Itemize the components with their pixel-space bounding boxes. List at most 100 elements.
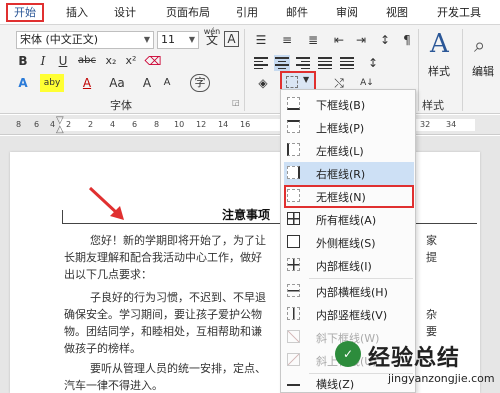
- tab-review[interactable]: 审阅: [328, 3, 366, 22]
- multilevel-list-icon[interactable]: ≣: [304, 31, 322, 49]
- left-border-icon: [287, 143, 300, 156]
- document-fragment: 家: [426, 234, 437, 247]
- show-marks-icon[interactable]: ¶: [398, 31, 416, 49]
- document-title: 注意事项: [222, 208, 271, 222]
- find-icon: ⌕: [474, 33, 486, 57]
- distribute-icon[interactable]: [340, 55, 356, 71]
- document-line: 您好！新的学期即将开始了，为了让: [90, 234, 266, 247]
- font-name-value: 宋体 (中文正文): [20, 33, 99, 46]
- menu-item-label: 右框线(R): [316, 168, 366, 181]
- shrink-font-icon[interactable]: A: [158, 74, 176, 92]
- menu-item-label: 外侧框线(S): [316, 237, 376, 250]
- align-left-icon[interactable]: [254, 55, 270, 71]
- group-separator: [462, 29, 463, 111]
- tab-home[interactable]: 开始: [6, 3, 44, 22]
- tab-view[interactable]: 视图: [378, 3, 416, 22]
- text-effects-icon[interactable]: A: [14, 74, 32, 92]
- enclose-character-icon[interactable]: 字: [190, 74, 210, 92]
- top-border-icon: [287, 120, 300, 133]
- document-line: 确保安全。学习期间，要让孩子爱护公物: [64, 308, 262, 321]
- menu-item-label: 下框线(B): [316, 99, 366, 112]
- ruler-number: 4: [50, 120, 56, 129]
- change-case-button[interactable]: Aa: [106, 74, 128, 92]
- ruler-number: 34: [446, 120, 457, 129]
- watermark-logo-icon: ✓: [335, 341, 361, 367]
- increase-indent-icon[interactable]: ⇥: [352, 31, 370, 49]
- styles-button[interactable]: A 样式: [424, 29, 460, 89]
- tab-insert[interactable]: 插入: [58, 3, 96, 22]
- menu-item-all-borders[interactable]: 所有框线(A): [284, 208, 414, 231]
- menu-item-left-border[interactable]: 左框线(L): [284, 139, 414, 162]
- bold-button[interactable]: B: [14, 52, 32, 70]
- font-dialog-launcher-icon[interactable]: ◲: [232, 98, 240, 107]
- underline-button[interactable]: U: [54, 52, 72, 70]
- menu-item-outside-borders[interactable]: 外侧框线(S): [284, 231, 414, 254]
- font-name-select[interactable]: 宋体 (中文正文) ▼: [16, 31, 154, 49]
- menu-item-top-border[interactable]: 上框线(P): [284, 116, 414, 139]
- menu-item-bottom-border[interactable]: 下框线(B): [284, 93, 414, 116]
- subscript-button[interactable]: x₂: [102, 52, 120, 70]
- document-fragment: 提: [426, 251, 437, 264]
- editing-button[interactable]: ⌕ 编辑: [468, 29, 500, 89]
- editing-label: 编辑: [472, 65, 494, 78]
- superscript-button[interactable]: x²: [122, 52, 140, 70]
- menu-item-no-border[interactable]: 无框线(N): [284, 185, 414, 208]
- strikethrough-button[interactable]: abc: [74, 52, 100, 70]
- shading-icon[interactable]: ◈: [254, 74, 272, 92]
- align-center-icon[interactable]: [274, 55, 290, 71]
- italic-button[interactable]: I: [34, 52, 52, 70]
- sort-icon[interactable]: ↕: [376, 31, 394, 49]
- document-line: 子良好的行为习惯，不迟到、不早退: [90, 291, 266, 304]
- ruler-number: 32: [420, 120, 431, 129]
- ribbon-tabs: 开始 插入 设计 页面布局 引用 邮件 审阅 视图 开发工具: [0, 0, 500, 24]
- grow-font-icon[interactable]: A: [138, 74, 156, 92]
- menu-item-right-border[interactable]: 右框线(R): [284, 162, 414, 185]
- align-right-icon[interactable]: [296, 55, 312, 71]
- clear-format-icon[interactable]: ⌫: [144, 52, 162, 70]
- horizontal-ruler[interactable]: 8 6 4 2 2 4 6 8 10 12 14 16 32 34 ▽ △: [0, 115, 500, 135]
- watermark-url: jingyanzongjie.com: [388, 372, 495, 385]
- line-spacing-icon[interactable]: ↕: [364, 54, 382, 72]
- outside-borders-icon: [287, 235, 300, 248]
- font-size-select[interactable]: 11 ▼: [157, 31, 199, 49]
- menu-item-label: 左框线(L): [316, 145, 364, 158]
- bullets-icon[interactable]: ☰: [252, 31, 270, 49]
- inside-vertical-border-icon: [287, 307, 300, 320]
- tab-design[interactable]: 设计: [106, 3, 144, 22]
- menu-separator: [309, 278, 413, 279]
- diagonal-up-border-icon: [287, 353, 300, 366]
- font-color-button[interactable]: A: [78, 74, 96, 92]
- menu-item-label: 所有框线(A): [316, 214, 377, 227]
- numbering-icon[interactable]: ≡: [278, 31, 296, 49]
- character-border-icon[interactable]: A: [224, 31, 239, 47]
- ruler-number: 10: [174, 120, 185, 129]
- group-separator: [418, 29, 419, 111]
- phonetic-guide-icon[interactable]: wén 文: [203, 27, 221, 53]
- tab-references[interactable]: 引用: [228, 3, 266, 22]
- menu-item-inside-vertical[interactable]: 内部竖框线(V): [284, 303, 414, 326]
- tab-developer[interactable]: 开发工具: [428, 3, 490, 22]
- indent-marker-icon[interactable]: △: [56, 124, 64, 135]
- document-line: 长期友理解和配合我活动中心工作，做好: [64, 251, 262, 264]
- heading-border-left: [62, 210, 63, 223]
- menu-item-inside-borders[interactable]: 内部框线(I): [284, 254, 414, 277]
- watermark-text: 经验总结: [368, 346, 461, 371]
- justify-icon[interactable]: [318, 55, 334, 71]
- document-fragment: 要: [426, 325, 437, 338]
- menu-item-label: 横线(Z): [316, 378, 355, 391]
- menu-item-inside-horizontal[interactable]: 内部横框线(H): [284, 280, 414, 303]
- ribbon-home: 宋体 (中文正文) ▼ 11 ▼ wén 文 A B I U abc x₂ x²…: [0, 24, 500, 114]
- document-line: 要听从管理人员的统一安排，定点、: [90, 362, 266, 375]
- red-arrow-icon: [88, 186, 124, 220]
- tab-layout[interactable]: 页面布局: [158, 3, 218, 22]
- bottom-border-icon: [287, 97, 300, 110]
- menu-item-label: 无框线(N): [316, 191, 366, 204]
- highlight-color-button[interactable]: aby: [40, 74, 64, 92]
- decrease-indent-icon[interactable]: ⇤: [330, 31, 348, 49]
- diagonal-down-border-icon: [287, 330, 300, 343]
- chevron-down-icon: ▼: [188, 35, 196, 44]
- menu-item-label: 内部框线(I): [316, 260, 372, 273]
- borders-grid-icon: [286, 76, 298, 88]
- tab-mailings[interactable]: 邮件: [278, 3, 316, 22]
- ruler-number: 8: [154, 120, 160, 129]
